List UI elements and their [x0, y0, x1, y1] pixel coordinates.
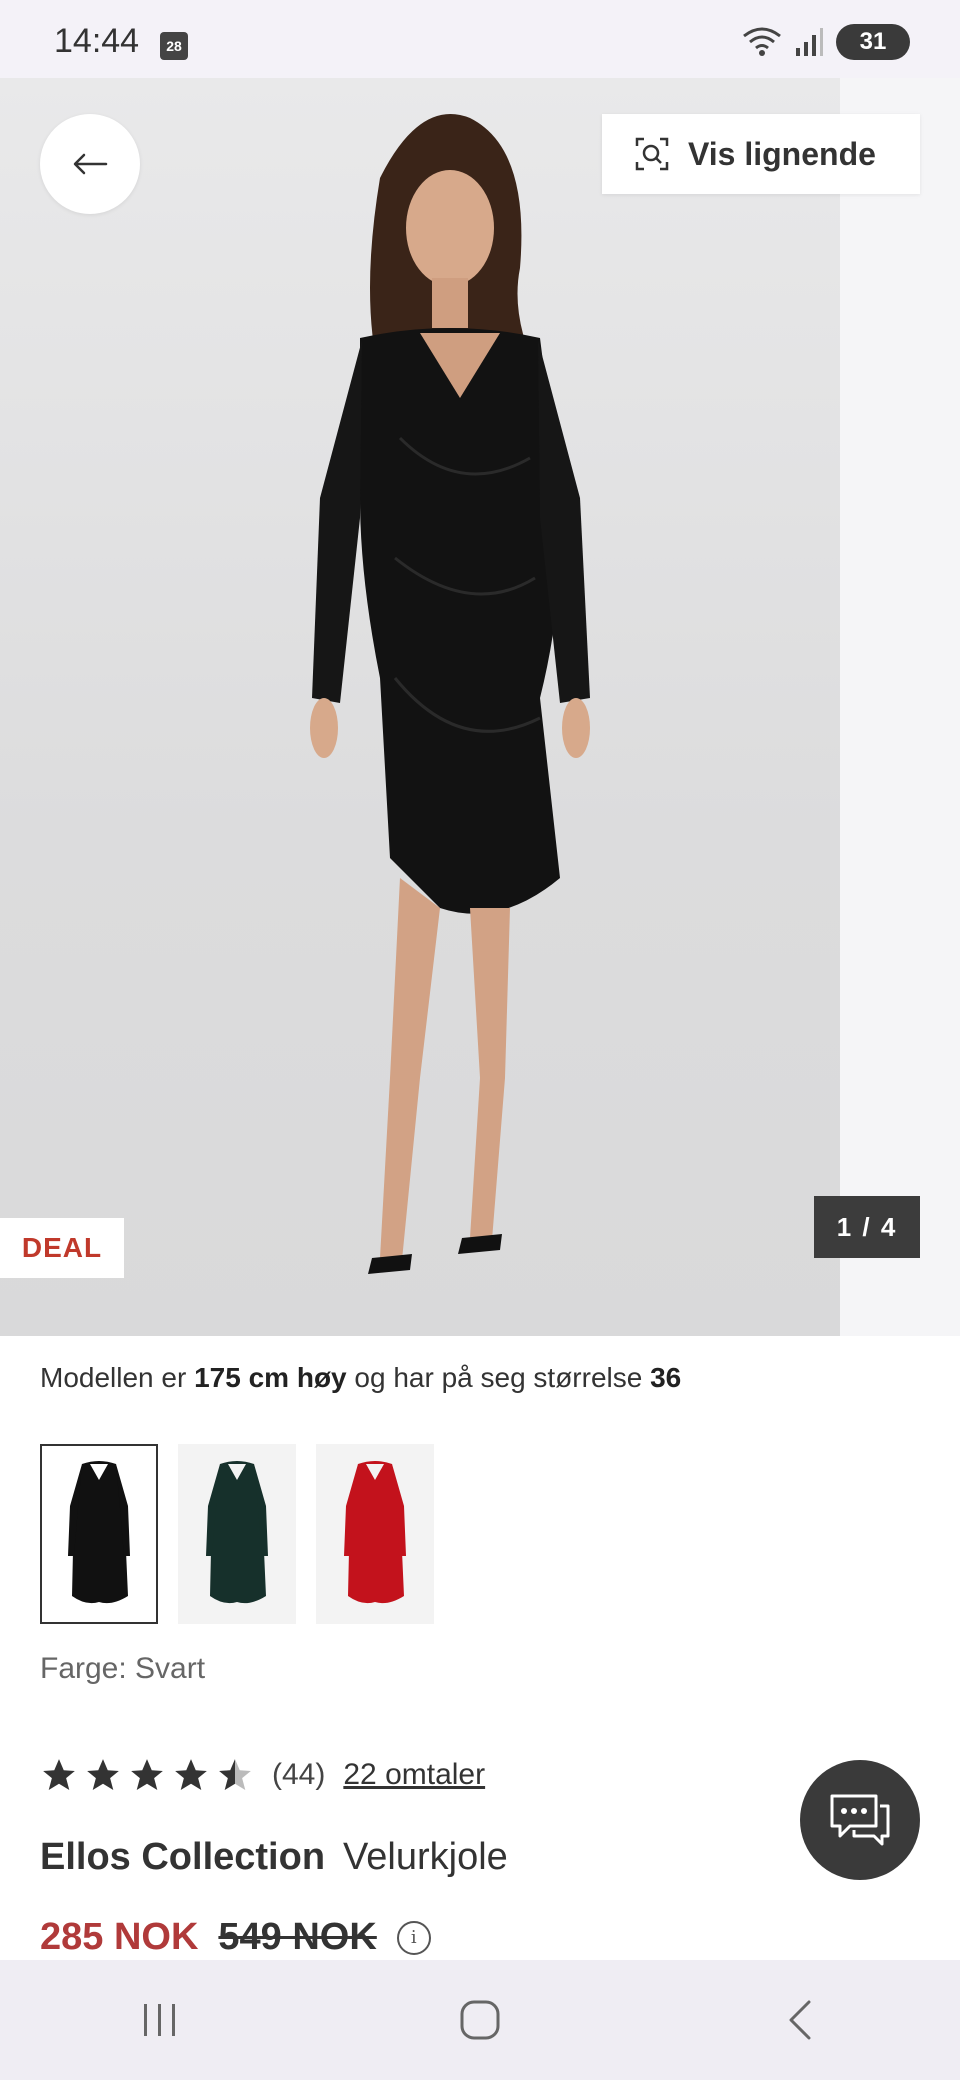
swatch-dark-green[interactable]: [178, 1444, 296, 1624]
rating-row: (44) 22 omtaler: [40, 1756, 485, 1794]
reviews-link[interactable]: 22 omtaler: [343, 1758, 485, 1792]
model-info-prefix: Modellen er: [40, 1362, 195, 1393]
back-button[interactable]: [40, 114, 140, 214]
model-info-middle: og har på seg størrelse: [346, 1362, 651, 1393]
star-icon: [131, 1759, 163, 1791]
star-icon: [43, 1759, 75, 1791]
home-button[interactable]: [430, 1980, 530, 2060]
image-counter: 1 / 4: [814, 1196, 920, 1258]
product-brand[interactable]: Ellos Collection: [40, 1836, 325, 1878]
wifi-icon: [743, 27, 781, 56]
color-swatches: [40, 1444, 434, 1624]
battery-indicator: 31: [836, 24, 910, 60]
price-row: 285 NOK 549 NOK i: [40, 1916, 431, 1959]
system-back-button[interactable]: [750, 1980, 850, 2060]
star-rating: [40, 1756, 254, 1794]
chat-icon: [830, 1794, 890, 1846]
current-price: 285 NOK: [40, 1916, 199, 1958]
product-title: Ellos Collection Velurkjole: [40, 1836, 508, 1879]
dress-thumbnail-red: [344, 1461, 406, 1604]
signal-icon: [796, 28, 823, 56]
arrow-left-icon: [73, 153, 108, 175]
model-info: Modellen er 175 cm høy og har på seg stø…: [40, 1362, 681, 1394]
product-name: Velurkjole: [343, 1836, 508, 1878]
show-similar-button[interactable]: Vis lignende: [602, 114, 920, 194]
status-time: 14:44: [54, 22, 140, 60]
chevron-left-icon: [789, 2000, 811, 2040]
dress-thumbnail-green: [206, 1461, 268, 1604]
recent-apps-button[interactable]: [110, 1980, 210, 2060]
product-photo[interactable]: [0, 78, 840, 1336]
product-gallery[interactable]: Vis lignende DEAL 1 / 4: [0, 78, 960, 1336]
home-icon: [460, 2000, 500, 2040]
selected-color-label: Farge: Svart: [40, 1652, 206, 1685]
info-icon[interactable]: i: [396, 1920, 431, 1955]
show-similar-label: Vis lignende: [688, 135, 876, 172]
system-navigation-bar: [0, 1960, 960, 2080]
rating-count: (44): [272, 1758, 326, 1791]
star-half-icon: [219, 1759, 251, 1791]
status-icons: 31: [742, 24, 910, 60]
model-dress-illustration: [310, 114, 590, 1274]
star-icon: [175, 1759, 207, 1791]
dress-thumbnail-black: [68, 1461, 130, 1604]
deal-badge: DEAL: [0, 1218, 124, 1278]
swatch-black[interactable]: [40, 1444, 158, 1624]
visual-search-icon: [635, 137, 669, 171]
star-icon: [87, 1759, 119, 1791]
recent-apps-icon: [144, 2004, 175, 2036]
original-price: 549 NOK: [218, 1916, 377, 1958]
calendar-icon: 28: [160, 32, 188, 60]
chat-button[interactable]: [800, 1760, 920, 1880]
model-height: 175 cm høy: [194, 1362, 347, 1393]
status-bar: 14:44 28 31: [0, 0, 960, 78]
swatch-red[interactable]: [316, 1444, 434, 1624]
model-size: 36: [650, 1362, 682, 1393]
